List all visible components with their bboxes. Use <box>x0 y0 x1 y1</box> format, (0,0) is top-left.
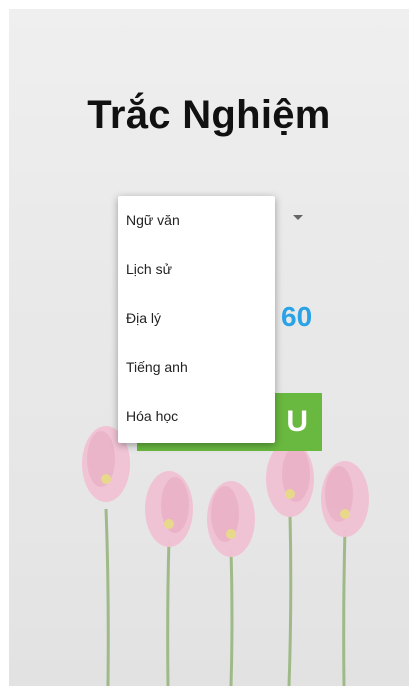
dropdown-option-lich-su[interactable]: Lịch sử <box>118 245 275 294</box>
dropdown-option-hoa-hoc[interactable]: Hóa học <box>118 392 275 441</box>
start-button-label: U <box>286 405 308 438</box>
app-title: Trắc Nghiệm <box>87 93 331 137</box>
dropdown-option-tieng-anh[interactable]: Tiếng anh <box>118 343 275 392</box>
dropdown-option-dia-ly[interactable]: Địa lý <box>118 294 275 343</box>
dropdown-option-ngu-van[interactable]: Ngữ văn <box>118 196 275 245</box>
subject-dropdown-menu: Ngữ văn Lịch sử Địa lý Tiếng anh Hóa học <box>118 196 275 443</box>
time-value: 60 <box>281 301 313 332</box>
app-screen: Trắc Nghiệm 60 U Ngữ văn Lịch sử Địa lý … <box>9 9 409 686</box>
dropdown-arrow-icon[interactable] <box>293 215 303 220</box>
